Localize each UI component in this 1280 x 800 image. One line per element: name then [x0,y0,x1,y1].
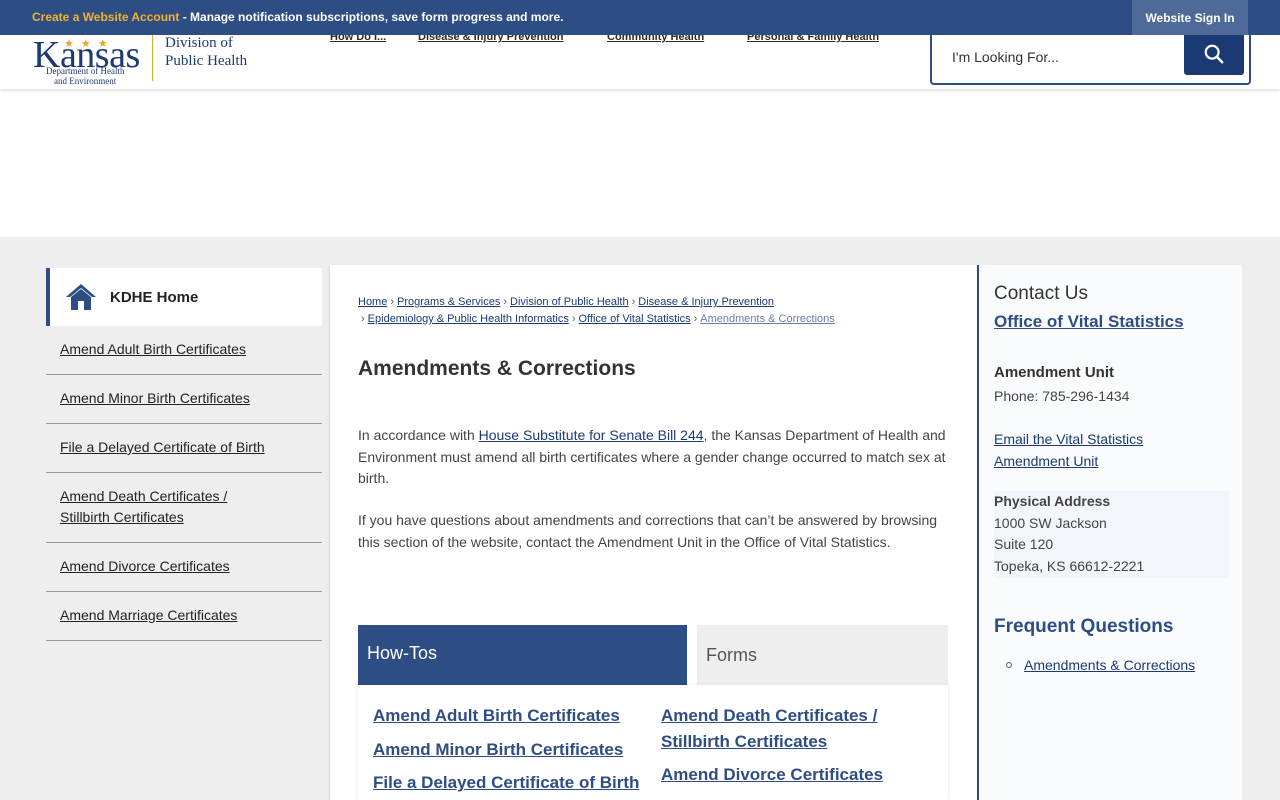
address-line: Suite 120 [994,536,1054,552]
search-icon [1204,44,1224,64]
address-heading: Physical Address [994,493,1111,509]
bullet-icon [1006,662,1012,668]
breadcrumb-separator: › [693,313,698,325]
sidebar-item: File a Delayed Certificate of Birth [46,424,322,473]
sidebar-item-amend-death[interactable]: Amend Death Certificates / Stillbirth Ce… [60,488,227,525]
sidebar-item-amend-adult-birth[interactable]: Amend Adult Birth Certificates [60,341,246,357]
how-to-link-delayed-birth[interactable]: File a Delayed Certificate of Birth [373,770,643,796]
logo-dept-line2: and Environment [54,76,117,85]
tab-how-tos[interactable]: How-Tos [358,625,687,685]
site-header: ★ ★ ★ Kansas Department of Health and En… [0,31,1280,89]
office-link[interactable]: Office of Vital Statistics [994,312,1184,332]
address-block: Physical Address 1000 SW Jackson Suite 1… [994,491,1229,578]
intro-prefix: In accordance with [358,427,479,443]
faq-link[interactable]: Amendments & Corrections [1024,657,1195,673]
contact-heading: Contact Us [994,283,1088,304]
how-to-link-death[interactable]: Amend Death Certificates / Stillbirth Ce… [661,703,921,755]
how-to-links-right: Amend Death Certificates / Stillbirth Ce… [661,703,921,795]
tab-panel-how-tos: Amend Adult Birth Certificates Amend Min… [358,685,948,800]
breadcrumb-disease[interactable]: Disease & Injury Prevention [638,296,774,308]
breadcrumb-separator: › [503,296,507,308]
search-input[interactable] [952,45,1172,69]
create-account-link[interactable]: Create a Website Account [32,10,179,24]
sidebar-item-delayed-birth[interactable]: File a Delayed Certificate of Birth [60,439,265,455]
top-utility-bar: Create a Website Account - Manage notifi… [0,0,1280,35]
how-to-link-divorce[interactable]: Amend Divorce Certificates [661,762,921,788]
breadcrumb-separator: › [361,313,365,325]
sidebar-item: Amend Adult Birth Certificates [46,326,322,375]
logo-division-line1: Division of [165,35,233,51]
breadcrumb-epidemiology[interactable]: Epidemiology & Public Health Informatics [368,313,569,325]
sidebar-item: Amend Divorce Certificates [46,543,322,592]
sidebar-item-amend-minor-birth[interactable]: Amend Minor Birth Certificates [60,390,250,406]
tab-forms[interactable]: Forms [697,625,948,685]
breadcrumb-programs[interactable]: Programs & Services [397,296,500,308]
breadcrumb-separator: › [571,313,576,325]
sidebar-item: Amend Death Certificates / Stillbirth Ce… [46,473,322,543]
sidebar-item: Amend Marriage Certificates [46,592,322,641]
breadcrumb-separator: › [390,296,395,308]
breadcrumb-vital-statistics[interactable]: Office of Vital Statistics [579,313,691,325]
contact-rail: Contact Us Office of Vital Statistics Am… [977,265,1242,800]
how-to-link-minor-birth[interactable]: Amend Minor Birth Certificates [373,737,643,763]
address-line: Topeka, KS 66612-2221 [994,558,1145,574]
breadcrumb-home[interactable]: Home [358,296,387,308]
sidebar-item-amend-marriage[interactable]: Amend Marriage Certificates [60,607,237,623]
faq-list-item: Amendments & Corrections [1006,657,1195,673]
logo-divider [152,35,153,81]
main-content: Home › Programs & Services › Division of Pub… [330,265,978,800]
sign-in-button[interactable]: Website Sign In [1132,0,1248,35]
bill-link[interactable]: House Substitute for Senate Bill 244 [479,427,704,443]
account-message: Create a Website Account - Manage notifi… [32,10,563,24]
email-link[interactable]: Email the Vital Statistics Amendment Uni… [994,429,1194,472]
address-line: 1000 SW Jackson [994,515,1107,531]
sidebar: KDHE Home Amend Adult Birth Certificates… [46,268,322,641]
search-button[interactable] [1184,33,1244,75]
breadcrumb: Home › Programs & Services › Division of Pub… [358,294,958,328]
intro-paragraph: In accordance with House Substitute for … [358,425,953,490]
faq-heading: Frequent Questions [994,616,1174,637]
logo-division-line2: Public Health [165,53,248,69]
sidebar-item-amend-divorce[interactable]: Amend Divorce Certificates [60,558,230,574]
sidebar-item: Amend Minor Birth Certificates [46,375,322,424]
breadcrumb-current[interactable]: Amendments & Corrections [700,313,835,325]
how-to-links-left: Amend Adult Birth Certificates Amend Min… [373,703,643,800]
account-message-text: - Manage notification subscriptions, sav… [179,10,564,24]
sidebar-home-label: KDHE Home [110,288,199,306]
amendment-unit-heading: Amendment Unit [994,364,1114,381]
search-box [930,33,1251,85]
home-icon [66,284,96,310]
breadcrumb-separator: › [631,296,636,308]
how-to-link-adult-birth[interactable]: Amend Adult Birth Certificates [373,703,643,729]
breadcrumb-division[interactable]: Division of Public Health [510,296,629,308]
sidebar-list: Amend Adult Birth Certificates Amend Min… [46,326,322,641]
phone-number: Phone: 785-296-1434 [994,388,1130,404]
contact-paragraph: If you have questions about amendments a… [358,512,938,550]
sidebar-home-link[interactable]: KDHE Home [46,268,322,326]
logo-dept-line1: Department of Health [46,66,125,76]
page-title: Amendments & Corrections [358,357,636,380]
